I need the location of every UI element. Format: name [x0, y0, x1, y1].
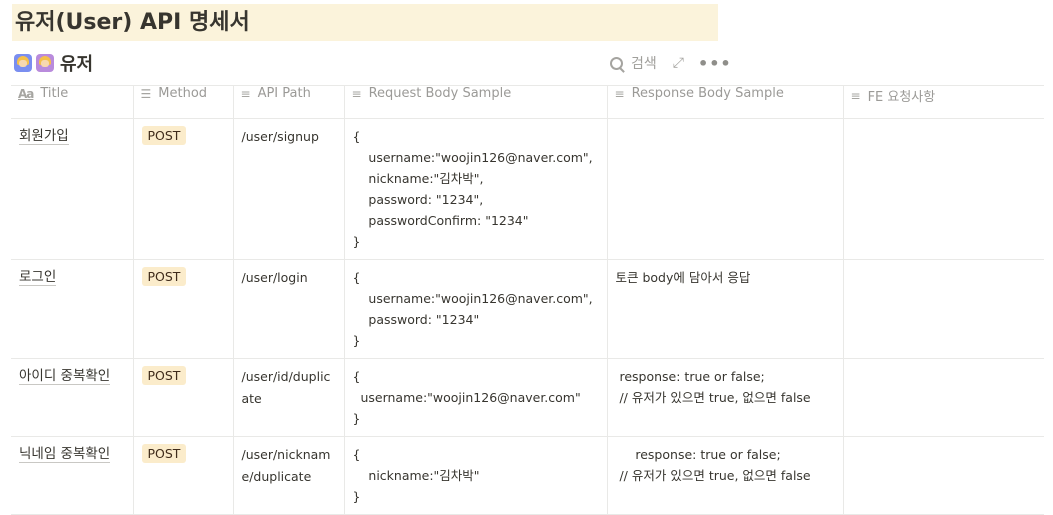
response-body-line: // 유저가 있으면 true, 없으면 false [615, 390, 811, 405]
response-body-cell[interactable]: 토큰 body에 담아서 응답 [606, 259, 844, 359]
request-body-line: } [352, 234, 361, 249]
request-body-line: username:"woojin126@naver.com", [352, 291, 593, 306]
database-icons [14, 54, 54, 72]
page-title: 유저(User) API 명세서 [12, 4, 718, 41]
response-body-cell[interactable]: response: true or false; // 유저가 있으면 true… [606, 436, 844, 515]
row-title-link[interactable]: 아이디 중복확인 [19, 368, 111, 385]
request-body-line: password: "1234" [352, 312, 480, 327]
request-body-line: { [352, 369, 361, 384]
request-body-cell[interactable]: { username:"woojin126@naver.com", passwo… [343, 259, 608, 359]
request-body-cell[interactable]: { nickname:"김차박"} [343, 436, 608, 515]
table-body: 회원가입 POST/user/signup{ username:"woojin12… [11, 118, 1044, 515]
text-lines-icon: ≡ [850, 88, 861, 103]
fe-request-cell[interactable] [842, 118, 1044, 260]
request-body-line: passwordConfirm: "1234" [352, 213, 529, 228]
request-body-line: } [352, 489, 361, 504]
request-body-line: { [352, 129, 361, 144]
response-body-cell[interactable] [606, 118, 844, 260]
column-header-title[interactable]: Aa Title [11, 85, 134, 119]
table-row[interactable]: 로그인 POST/user/login{ username:"woojin126@… [11, 259, 1044, 359]
title-cell[interactable]: 회원가입 [11, 118, 134, 260]
fe-request-cell[interactable] [842, 436, 1044, 515]
column-header-label: Method [158, 86, 208, 101]
request-body-line: } [352, 411, 361, 426]
expand-icon[interactable]: ⤢ [673, 55, 684, 71]
row-title-link[interactable]: 회원가입 [19, 128, 69, 145]
method-cell[interactable]: POST [132, 118, 234, 260]
table-header-row: Aa Title ☰ Method ≡ API Path ≡ Request Body Sam… [11, 85, 1044, 119]
list-icon: ☰ [140, 86, 152, 101]
table-row[interactable]: 아이디 중복확인 POST/user/id/duplicate{ username… [11, 358, 1044, 437]
method-badge: POST [141, 267, 187, 286]
method-cell[interactable]: POST [132, 358, 234, 437]
column-header-label: Title [40, 86, 69, 101]
row-title-link[interactable]: 로그인 [19, 269, 57, 286]
request-body-line: username:"woojin126@naver.com", [352, 150, 593, 165]
column-header-label: Response Body Sample [631, 86, 784, 101]
request-body-line: } [352, 333, 361, 348]
text-lines-icon: ≡ [614, 86, 625, 101]
method-badge: POST [141, 444, 187, 463]
title-cell[interactable]: 닉네임 중복확인 [11, 436, 134, 515]
more-options-button[interactable]: ••• [698, 54, 732, 73]
method-cell[interactable]: POST [132, 436, 234, 515]
response-body-line: response: true or false; [615, 369, 765, 384]
method-badge: POST [141, 126, 187, 145]
title-cell[interactable]: 아이디 중복확인 [11, 358, 134, 437]
request-body-line: { [352, 270, 361, 285]
table-row[interactable]: 닉네임 중복확인 POST/user/nickname/duplicate{ ni… [11, 436, 1044, 515]
database-title[interactable]: 유저 [60, 50, 93, 76]
table-row[interactable]: 회원가입 POST/user/signup{ username:"woojin12… [11, 118, 1044, 260]
fe-request-cell[interactable] [842, 358, 1044, 437]
title-text-icon: Aa [18, 86, 34, 101]
text-lines-icon: ≡ [240, 86, 251, 101]
request-body-cell[interactable]: { username:"woojin126@naver.com"} [343, 358, 608, 437]
title-cell[interactable]: 로그인 [11, 259, 134, 359]
row-title-link[interactable]: 닉네임 중복확인 [19, 446, 111, 463]
request-body-line: { [352, 447, 361, 462]
response-body-line: // 유저가 있으면 true, 없으면 false [615, 468, 811, 483]
request-body-line: nickname:"김차박", [352, 171, 484, 186]
method-cell[interactable]: POST [132, 259, 234, 359]
method-badge: POST [141, 366, 187, 385]
request-body-cell[interactable]: { username:"woojin126@naver.com", nickna… [343, 118, 608, 260]
api-path-cell[interactable]: /user/login [232, 259, 345, 359]
column-header-api-path[interactable]: ≡ API Path [232, 85, 345, 119]
text-lines-icon: ≡ [351, 86, 362, 101]
search-icon[interactable] [610, 56, 623, 70]
api-path-cell[interactable]: /user/nickname/duplicate [232, 436, 345, 515]
fe-request-cell[interactable] [842, 259, 1044, 359]
api-path-cell[interactable]: /user/id/duplicate [232, 358, 345, 437]
request-body-line: username:"woojin126@naver.com" [352, 390, 581, 405]
database-table: Aa Title ☰ Method ≡ API Path ≡ Request Body Sam… [11, 85, 1044, 515]
response-body-cell[interactable]: response: true or false; // 유저가 있으면 true… [606, 358, 844, 437]
column-header-request-body-sample[interactable]: ≡ Request Body Sample [343, 85, 608, 119]
search-button[interactable]: 검색 [631, 53, 657, 73]
person-icon [14, 54, 32, 72]
column-header-response-body-sample[interactable]: ≡ Response Body Sample [606, 85, 844, 119]
response-body-line: response: true or false; [615, 447, 781, 462]
column-header-fe-request[interactable]: ≡ FE 요청사항 [842, 85, 1044, 119]
column-header-label: Request Body Sample [368, 86, 512, 101]
database-toolbar: 검색 ⤢ ••• [610, 52, 732, 74]
request-body-line: password: "1234", [352, 192, 484, 207]
api-path-cell[interactable]: /user/signup [232, 118, 345, 260]
column-header-method[interactable]: ☰ Method [132, 85, 234, 119]
person-icon [36, 54, 54, 72]
response-body-line: 토큰 body에 담아서 응답 [615, 270, 751, 285]
request-body-line: nickname:"김차박" [352, 468, 480, 483]
column-header-label: API Path [257, 86, 311, 101]
column-header-label: FE 요청사항 [867, 90, 936, 105]
